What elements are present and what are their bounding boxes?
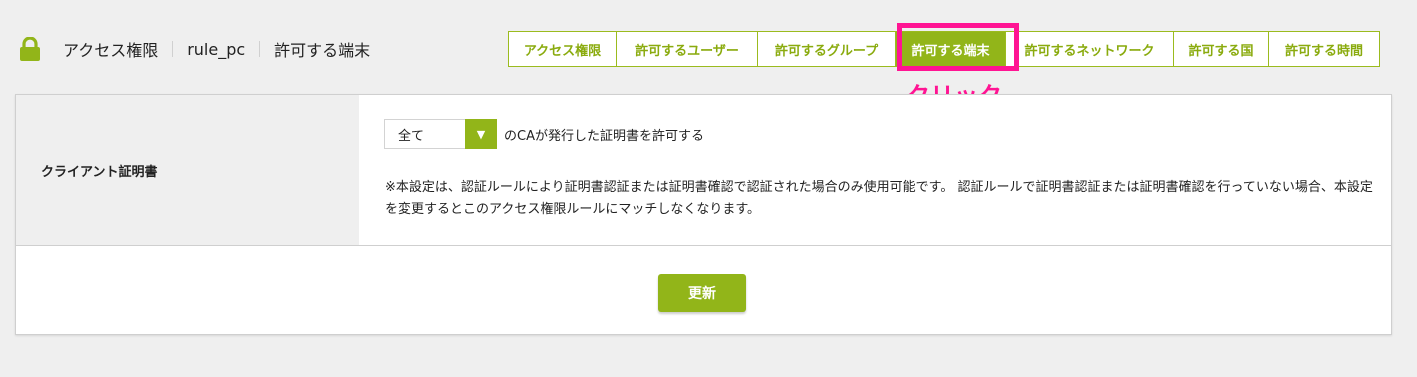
tab-access-rights[interactable]: アクセス権限 (509, 32, 617, 66)
dropdown-arrow-icon[interactable]: ▼ (465, 119, 497, 149)
breadcrumb-separator (259, 41, 261, 57)
tab-allowed-groups[interactable]: 許可するグループ (758, 32, 896, 66)
update-button[interactable]: 更新 (658, 274, 746, 312)
client-certificate-row: クライアント証明書 全て ▼ のCAが発行した証明書を許可する ※本設定は、認証… (16, 95, 1391, 246)
tab-allowed-countries[interactable]: 許可する国 (1174, 32, 1269, 66)
page-header: アクセス権限 rule_pc 許可する端末 アクセス権限 許可するユーザー 許可… (0, 0, 1417, 90)
note-text: ※本設定は、認証ルールにより証明書認証または証明書確認で認証された場合のみ使用可… (385, 180, 1373, 217)
tab-allowed-times[interactable]: 許可する時間 (1269, 32, 1379, 66)
ca-select[interactable]: 全て ▼ (384, 119, 497, 149)
settings-card: クライアント証明書 全て ▼ のCAが発行した証明書を許可する ※本設定は、認証… (15, 94, 1392, 335)
breadcrumb: アクセス権限 rule_pc 許可する端末 (63, 36, 370, 62)
breadcrumb-item: アクセス権限 (63, 41, 159, 60)
tab-allowed-networks[interactable]: 許可するネットワーク (1006, 32, 1174, 66)
breadcrumb-separator (172, 41, 174, 57)
row-label-cell: クライアント証明書 (16, 95, 359, 245)
tab-bar: アクセス権限 許可するユーザー 許可するグループ 許可する端末 許可するネットワ… (508, 31, 1380, 67)
tab-allowed-users[interactable]: 許可するユーザー (617, 32, 758, 66)
ca-select-value: 全て (398, 128, 425, 144)
select-suffix-text: のCAが発行した証明書を許可する (504, 129, 704, 144)
row-label: クライアント証明書 (41, 164, 158, 180)
tab-allowed-devices[interactable]: 許可する端末 (896, 32, 1006, 66)
breadcrumb-item: 許可する端末 (274, 41, 371, 60)
lock-icon (19, 36, 41, 61)
breadcrumb-item: rule_pc (187, 39, 246, 59)
